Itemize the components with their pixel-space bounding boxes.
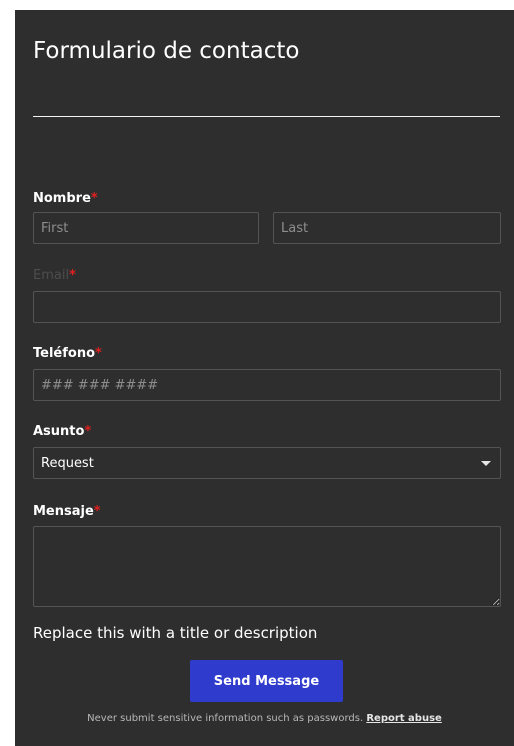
message-label-text: Mensaje	[33, 504, 94, 519]
contact-form-panel: Formulario de contacto Nombre* Email* Te…	[15, 10, 514, 746]
last-name-input[interactable]	[273, 212, 501, 244]
message-label: Mensaje*	[33, 504, 101, 520]
title-divider	[33, 116, 500, 117]
first-name-input[interactable]	[33, 212, 259, 244]
subject-selected-value: Request	[41, 456, 94, 471]
form-title: Formulario de contacto	[33, 38, 300, 64]
form-description: Replace this with a title or description	[33, 624, 318, 642]
phone-label: Teléfono*	[33, 346, 102, 362]
subject-required-mark: *	[84, 424, 92, 439]
subject-label-text: Asunto	[33, 424, 85, 439]
subject-label: Asunto*	[33, 424, 91, 440]
message-textarea[interactable]	[33, 526, 501, 607]
phone-required-mark: *	[95, 346, 102, 361]
message-required-mark: *	[93, 504, 101, 519]
name-label: Nombre*	[33, 191, 98, 207]
caret-down-icon	[481, 461, 491, 466]
phone-input[interactable]	[33, 369, 501, 401]
subject-select[interactable]: Request	[33, 447, 501, 479]
name-required-mark: *	[90, 191, 98, 206]
name-label-text: Nombre	[33, 191, 91, 206]
send-message-button[interactable]: Send Message	[190, 660, 343, 702]
phone-label-text: Teléfono	[33, 346, 96, 361]
email-input[interactable]	[33, 291, 501, 323]
footer-note: Never submit sensitive information such …	[15, 713, 514, 724]
email-label-text: Email	[33, 268, 70, 283]
email-label: Email*	[33, 268, 76, 284]
email-required-mark: *	[69, 268, 76, 283]
footer-note-text: Never submit sensitive information such …	[87, 713, 364, 724]
report-abuse-link[interactable]: Report abuse	[366, 713, 441, 724]
